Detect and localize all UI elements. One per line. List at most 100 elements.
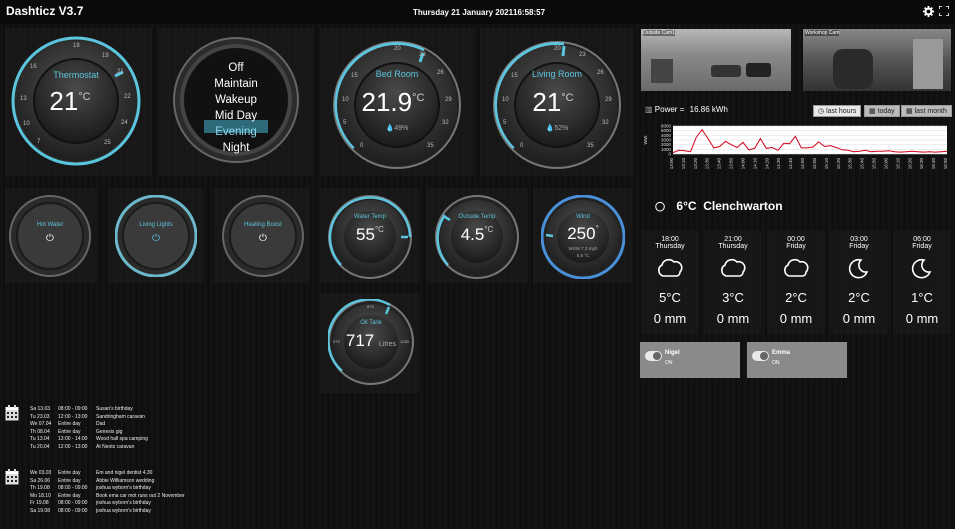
x-tick-label: 16:30 [919,158,924,170]
wind-direction: WSW [568,246,580,251]
mode-item-night[interactable]: Night [173,140,299,156]
event-title: joshua wyborn's birthday [96,485,151,492]
x-tick-label: 14:00 [740,158,745,170]
forecast-day: Friday [786,243,806,250]
event-date: We 03.03 [30,470,52,476]
power-icon: ⏻ [259,233,267,244]
livingroom-number: 21 [532,87,562,117]
heating-boost-switch[interactable]: Heating Boost ⏻ [222,195,304,277]
forecast-rain: 0 mm [842,311,876,326]
x-tick-label: 15:00 [812,158,817,170]
bedroom-value: 21.9°C [328,87,458,118]
camera-feed-2[interactable]: Workshop Cam [803,29,951,91]
y-tick-label: 3000 [661,138,672,143]
event-title: Susan's birthday [96,406,133,412]
tick-label: 0 [360,143,364,149]
camera-object [651,59,673,83]
mode-item-off[interactable]: Off [173,60,299,76]
event-title: Genesis gig [96,428,123,435]
y-tick-label: 5000 [661,128,672,133]
x-tick-label: 13:00 [669,158,674,170]
gear-icon[interactable] [923,6,934,20]
y-tick-label: 2000 [661,142,672,147]
water-temp-number: 55 [356,225,375,244]
fullscreen-icon[interactable] [938,5,950,19]
x-tick-label: 15:30 [848,158,853,170]
livingroom-unit: °C [561,92,574,104]
today-button[interactable]: ▦ today [864,105,900,117]
tick-label: 25 [104,140,111,146]
camera-object [746,63,771,77]
presence-switch-emma[interactable]: Emma ON [747,342,847,378]
camera-feed-1[interactable]: Outside Cam1 [641,29,791,91]
outside-temp-gauge: Outside Temp 4.5°C [435,195,519,279]
living-lights-switch[interactable]: Living Lights ⏻ [115,195,197,277]
equals-sign: = [679,105,685,114]
event-time: 13:00 - 14:00 [58,436,88,443]
presence-name: Emma [772,350,791,356]
forecast-temp: 2°C [785,290,807,305]
tick-label: 10 [23,121,30,127]
tick-label: 23 [579,52,586,58]
tick-label: 20 [554,46,561,52]
y-tick-label: 4000 [661,133,672,138]
y-axis-label: Watt [643,135,648,145]
presence-switch-nigel[interactable]: Nigel ON [640,342,740,378]
forecast-rain: 0 mm [653,311,687,326]
forecast-item: 06:00 Friday 1°C 0 mm [893,230,951,334]
x-tick-label: 15:10 [824,158,829,170]
oil-tank-unit: Litres [378,341,397,348]
forecast-temp: 5°C [659,290,681,305]
oil-tank-value: 717 Litres [328,331,414,351]
hot-water-switch[interactable]: Hot Water ⏻ [9,195,91,277]
event-time: Entire day [58,477,81,484]
mode-item-evening[interactable]: Evening [173,124,299,140]
mode-selector[interactable]: Off Maintain Wakeup Mid Day Evening Nigh… [173,37,299,163]
wind-speed: 7.3 mph [581,246,598,251]
mode-item-midday[interactable]: Mid Day [173,108,299,124]
last-hours-button[interactable]: ◷ last hours [813,105,862,117]
forecast-item: 03:00 Friday 2°C 0 mm [830,230,888,334]
x-tick-label: 15:20 [836,158,841,170]
forecast-rain: 0 mm [905,311,939,326]
last-month-button[interactable]: ▦ last month [901,105,952,117]
bedroom-unit: °C [412,92,425,104]
x-tick-label: 13:40 [717,158,722,170]
y-tick-label: 6000 [661,124,672,129]
event-title: Dad [96,421,106,428]
last-month-label: last month [914,108,947,115]
forecast-temp: 2°C [848,290,870,305]
mode-item-maintain[interactable]: Maintain [173,76,299,92]
forecast-item: 00:00 Friday 2°C 0 mm [767,230,825,334]
water-temp-label: Water Temp [353,214,386,220]
outside-temp-value: 4.5°C [435,225,519,245]
living-lights-label: Living Lights [139,222,173,228]
event-time: Entire day [58,470,81,476]
bedroom-humidity: 💧49% [385,125,409,132]
weather-current: ◯ 6°C Clenchwarton [655,199,783,213]
x-tick-label: 16:00 [883,158,888,170]
event-title: joshua wyborn's birthday [96,500,151,507]
toggle-icon[interactable] [645,351,662,361]
event-date: Sa 19.08 [30,507,51,514]
x-tick-label: 14:30 [776,158,781,170]
event-date: Tu 20.04 [30,443,50,450]
tick-label: 875 [367,304,374,309]
toggle-icon[interactable] [752,351,769,361]
event-title: Sandringham caravan [96,413,145,420]
y-tick-label: 1000 [661,147,672,152]
cloud-icon [767,256,825,286]
event-time: Entire day [58,428,81,435]
water-temp-value: 55°C [328,225,412,245]
power-label: Power [654,105,678,114]
thermostat-gauge[interactable]: 7 10 13 16 18 19 21 22 24 25 Thermostat … [11,36,141,166]
x-tick-label: 16:40 [931,158,936,170]
livingroom-value: 21°C [488,87,618,118]
mode-item-wakeup[interactable]: Wakeup [173,92,299,108]
bedroom-label: Bed Room [375,69,419,79]
outside-temp-number: 4.5 [460,225,485,244]
livingroom-humidity-value: 52% [554,125,569,132]
forecast-temp: 1°C [911,290,933,305]
event-time: 08:00 - 09:00 [58,406,88,412]
x-tick-label: 15:40 [860,158,865,170]
